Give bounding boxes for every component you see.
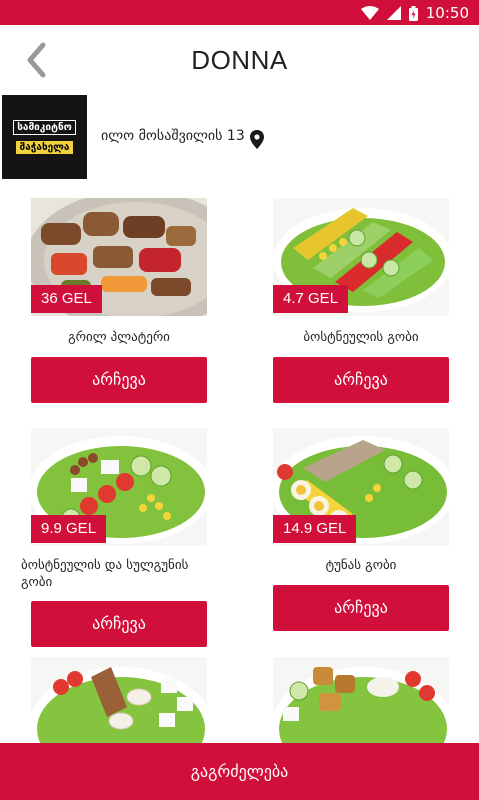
status-icons: 10:50 <box>360 3 469 23</box>
price-tag: 4.7 GEL <box>273 285 349 313</box>
product-name: ტუნას გობი <box>325 558 397 573</box>
logo-text-bottom: მაჭახელა <box>15 141 74 154</box>
product-image: 9.9 GEL <box>31 428 207 546</box>
product-image: 4.7 GEL <box>273 198 449 316</box>
product-name: ბოსტნეულის გობი <box>303 330 419 345</box>
product-name: გრილ პლატერი <box>68 330 170 345</box>
price-tag: 36 GEL <box>31 285 102 313</box>
status-time: 10:50 <box>425 4 469 22</box>
logo-text-top: სამიკიტნო <box>13 120 76 135</box>
store-info: სამიკიტნო მაჭახელა ილო მოსაშვილის 13 <box>0 95 479 181</box>
choose-button[interactable]: არჩევა <box>273 357 449 403</box>
signal-icon <box>386 6 401 20</box>
wifi-icon <box>360 6 379 20</box>
continue-button[interactable]: გაგრძელება <box>0 743 479 800</box>
map-pin-icon[interactable] <box>250 130 264 149</box>
store-address: ილო მოსაშვილის 13 <box>101 128 245 144</box>
choose-button[interactable]: არჩევა <box>31 357 207 403</box>
product-name: ბოსტნეულის და სულგუნის გობი <box>21 558 189 590</box>
status-bar: 10:50 <box>0 0 479 25</box>
price-tag: 14.9 GEL <box>273 515 357 543</box>
store-logo: სამიკიტნო მაჭახელა <box>2 95 87 179</box>
choose-button[interactable]: არჩევა <box>273 585 449 631</box>
page-title: DONNA <box>191 45 288 75</box>
choose-button[interactable]: არჩევა <box>31 601 207 647</box>
product-image: 14.9 GEL <box>273 428 449 546</box>
battery-icon <box>408 5 418 21</box>
price-tag: 9.9 GEL <box>31 515 107 543</box>
product-image: 36 GEL <box>31 198 207 316</box>
app-bar: DONNA <box>0 25 479 95</box>
